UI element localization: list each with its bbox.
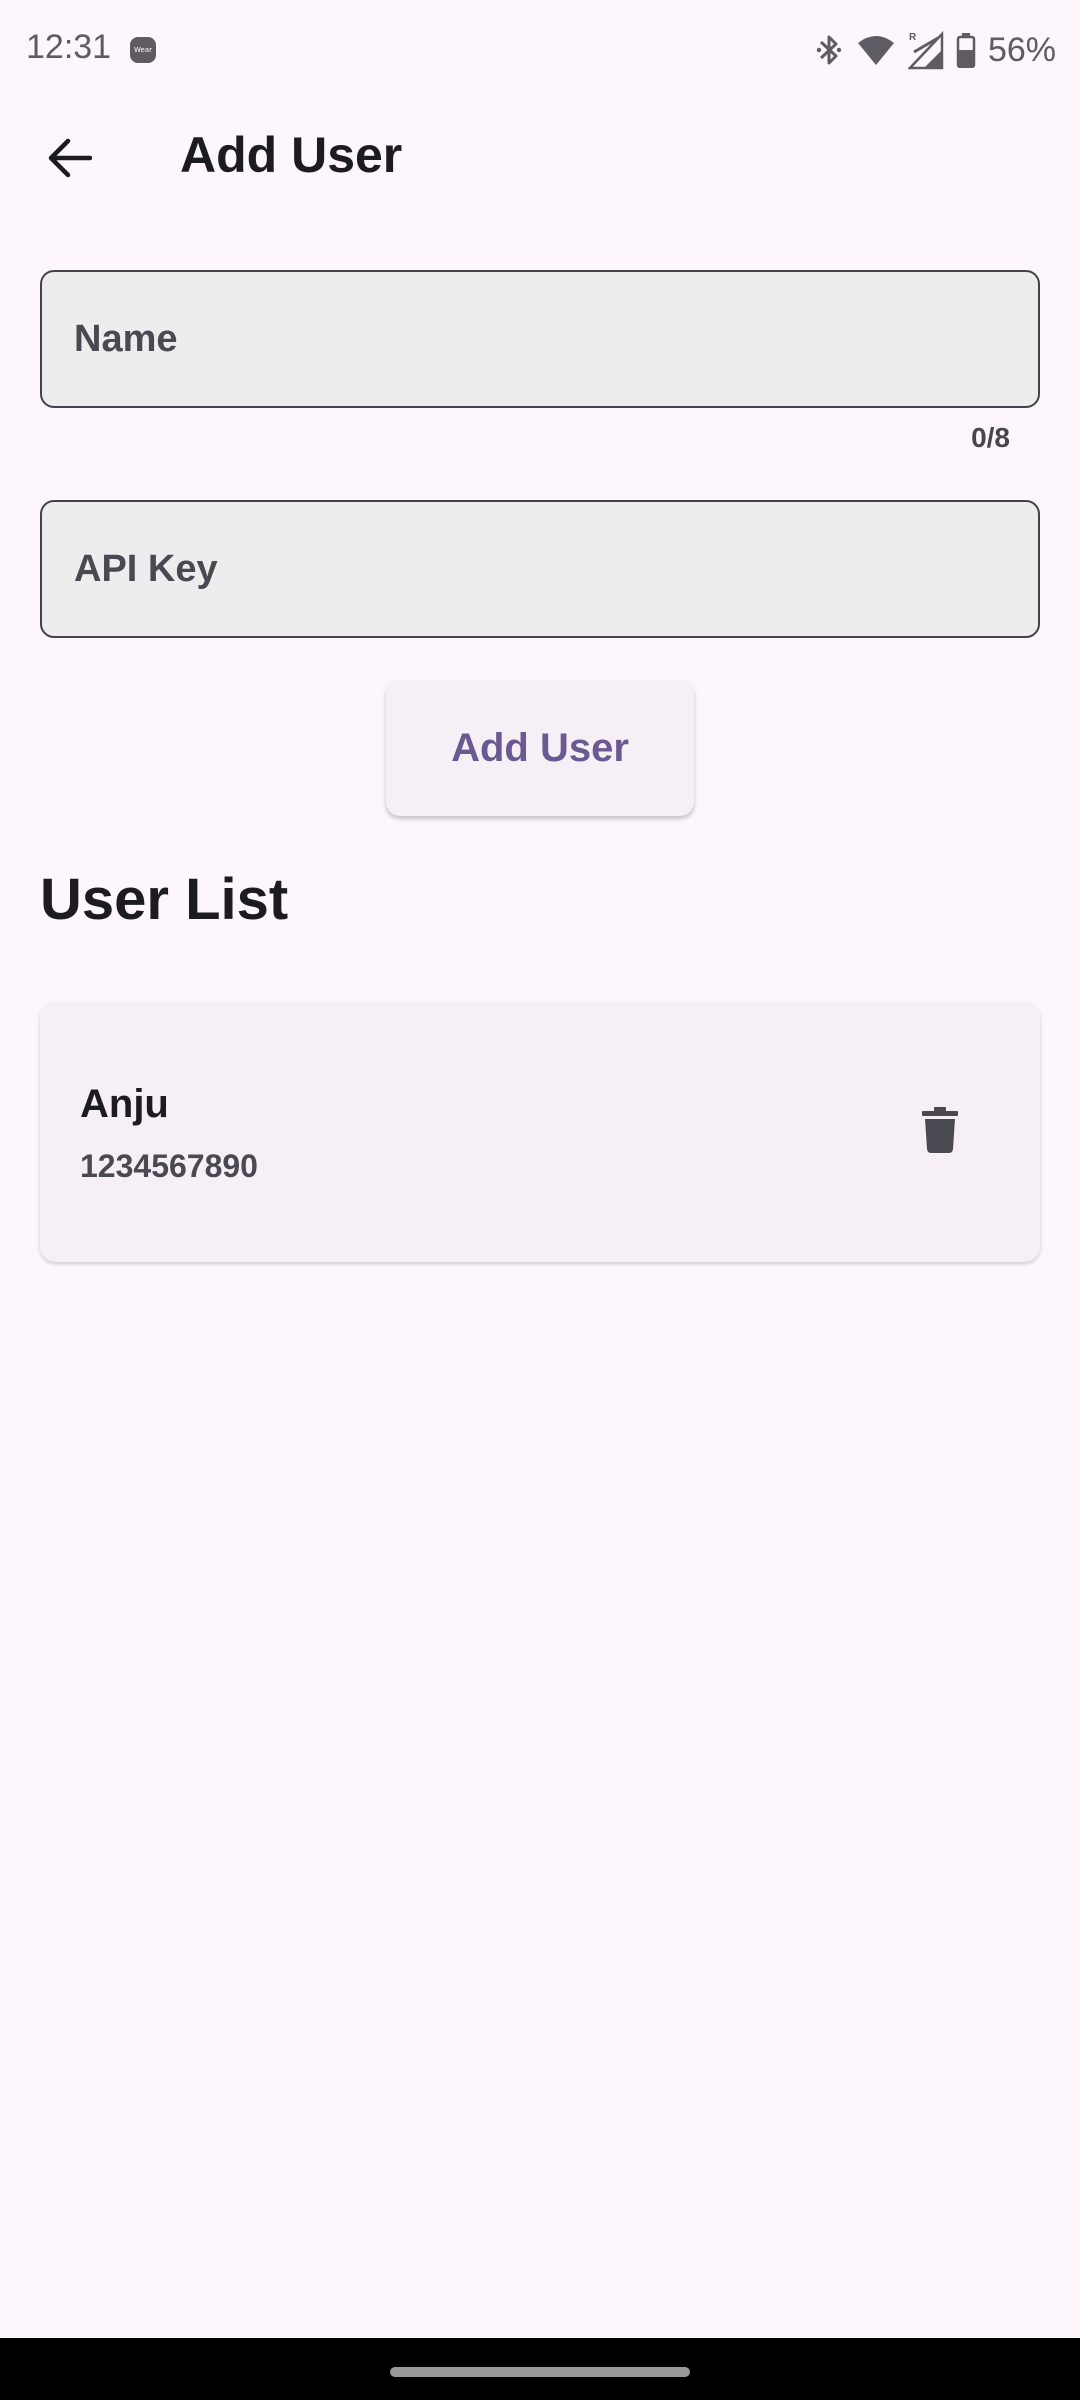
status-bar: 12:31 Wear R 56% [0, 0, 1080, 100]
user-list-item: Anju 1234567890 [40, 1002, 1040, 1262]
battery-percentage: 56% [987, 30, 1056, 69]
api-key-input[interactable] [72, 546, 1016, 592]
name-character-counter: 0/8 [971, 422, 1010, 453]
delete-user-button[interactable] [910, 1102, 970, 1162]
wifi-icon [856, 33, 896, 67]
status-icons: R 56% [814, 26, 1056, 74]
page-title: Add User [180, 127, 403, 183]
name-input[interactable] [72, 316, 1016, 362]
user-list-title: User List [40, 867, 289, 932]
add-user-button[interactable]: Add User [386, 680, 694, 816]
name-field-container[interactable] [40, 270, 1040, 408]
battery-icon [956, 32, 976, 68]
user-api-key: 1234567890 [80, 1148, 258, 1184]
status-time: 12:31 [26, 28, 112, 66]
svg-text:R: R [909, 32, 917, 43]
bluetooth-icon [814, 32, 844, 68]
signal-roaming-icon: R [907, 30, 944, 70]
back-button[interactable] [30, 120, 110, 200]
user-name: Anju [80, 1082, 169, 1126]
home-gesture-handle[interactable] [390, 2367, 690, 2377]
trash-icon [922, 1106, 958, 1158]
navigation-bar [0, 2338, 1080, 2400]
arrow-back-icon [48, 138, 93, 183]
api-key-field-container[interactable] [40, 500, 1040, 638]
wear-app-icon: Wear [130, 37, 156, 63]
